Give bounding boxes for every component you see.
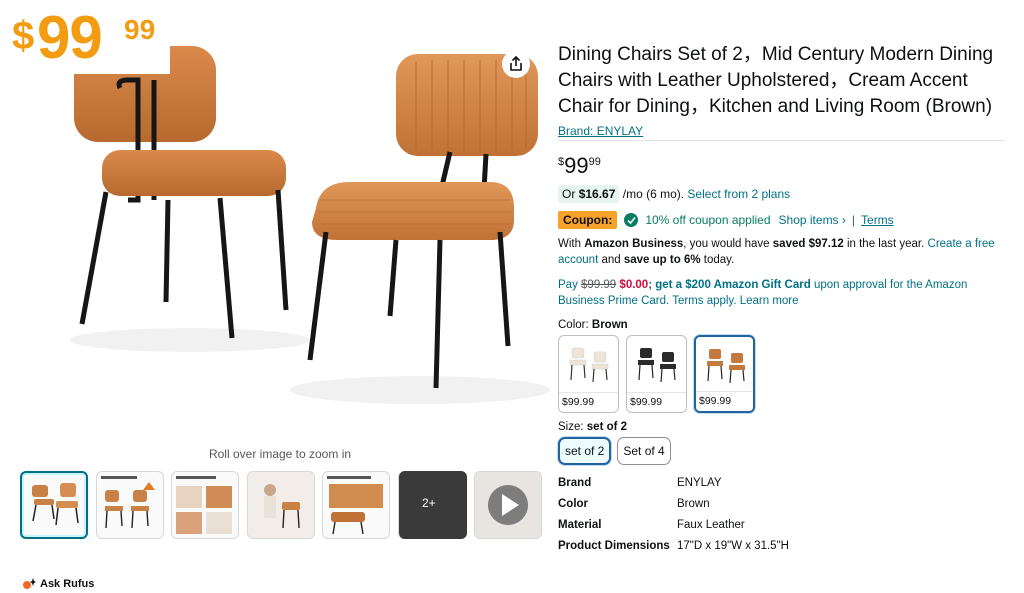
- monthly-suffix: /mo (6 mo).: [622, 187, 685, 201]
- spec-value: Brown: [677, 498, 710, 510]
- thumbnail-product-photo[interactable]: [20, 471, 88, 539]
- coupon-text: 10% off coupon applied: [645, 213, 771, 227]
- biz-save-up: save up to 6%: [623, 254, 701, 266]
- business-offer: With Amazon Business, you would have sav…: [558, 236, 1008, 268]
- spec-key: Product Dimensions: [558, 540, 670, 552]
- size-label-text: Size:: [558, 421, 584, 433]
- divider: [558, 140, 1005, 141]
- price-overlay-currency: $: [12, 14, 35, 58]
- color-swatches: $99.99 $99.99 $99.99: [558, 335, 1008, 413]
- product-title: Dining Chairs Set of 2，Mid Century Moder…: [558, 44, 994, 117]
- spec-value: 17"D x 19"W x 31.5"H: [677, 540, 789, 552]
- thumbnail-video[interactable]: [474, 471, 542, 539]
- share-icon: [510, 56, 522, 71]
- monthly-pill: Or $16.67: [558, 185, 620, 203]
- color-swatch-brown[interactable]: $99.99: [694, 335, 755, 413]
- biz-saved: saved $97.12: [772, 238, 844, 250]
- coupon-terms-link[interactable]: Terms: [861, 213, 894, 227]
- color-selected: Brown: [591, 319, 628, 331]
- size-option-set-of-4[interactable]: Set of 4: [617, 437, 671, 465]
- coupon-badge: Coupon:: [558, 211, 618, 229]
- select-plans-link[interactable]: Select from 2 plans: [687, 187, 790, 201]
- main-product-image[interactable]: [20, 40, 550, 440]
- product-details: Dining Chairs Set of 2，Mid Century Moder…: [558, 42, 1008, 561]
- shop-items-link[interactable]: Shop items ›: [779, 213, 846, 227]
- biz-name: Amazon Business: [584, 238, 684, 250]
- price-overlay-whole: 99: [37, 4, 103, 71]
- gift-new-price: $0.00: [619, 279, 649, 291]
- check-icon: [624, 213, 639, 227]
- spec-key: Color: [558, 498, 589, 510]
- spec-value: Faux Leather: [677, 519, 745, 531]
- more-photos-count: 2+: [422, 496, 436, 510]
- size-options: set of 2 Set of 4: [558, 437, 1008, 465]
- gift-old-price: $99.99: [581, 279, 617, 291]
- swatch-price: $99.99: [696, 391, 753, 411]
- spec-row: Product Dimensions 17"D x 19"W x 31.5"H: [558, 540, 789, 561]
- ask-rufus-button[interactable]: Ask Rufus: [22, 578, 94, 590]
- rufus-sparkle-icon: [23, 578, 36, 589]
- thumbnail-lifestyle-photo[interactable]: [247, 471, 315, 539]
- biz-t5: today.: [703, 254, 735, 266]
- biz-t2: , you would have: [683, 238, 770, 250]
- monthly-amount: $16.67: [578, 187, 616, 201]
- thumbnail-product-features[interactable]: [171, 471, 239, 539]
- color-swatch-black[interactable]: $99.99: [626, 335, 687, 413]
- thumbnail-product-details[interactable]: [322, 471, 390, 539]
- product-specs: Brand ENYLAY Color Brown Material Faux L…: [558, 477, 789, 561]
- color-label-text: Color:: [558, 319, 589, 331]
- biz-t4: and: [601, 254, 621, 266]
- spec-row: Material Faux Leather: [558, 519, 789, 540]
- price-fraction: 99: [588, 156, 601, 168]
- spec-row: Brand ENYLAY: [558, 477, 789, 498]
- biz-t1: With: [558, 238, 581, 250]
- size-selected: set of 2: [586, 421, 628, 433]
- swatch-image: [569, 347, 609, 383]
- coupon-row: Coupon: 10% off coupon applied Shop item…: [558, 211, 1008, 229]
- price-overlay-fraction: 99: [124, 14, 156, 45]
- gift-t2: ; get a $200 Amazon Gift Card: [648, 279, 811, 291]
- brand-link[interactable]: Brand: ENYLAY: [558, 124, 1008, 138]
- monthly-prefix: Or: [562, 187, 576, 201]
- spec-row: Color Brown: [558, 498, 789, 519]
- spec-value: ENYLAY: [677, 477, 722, 489]
- price-overlay: $ 99 99: [0, 0, 170, 74]
- size-label: Size: set of 2: [558, 421, 1008, 433]
- share-button[interactable]: [502, 50, 530, 78]
- gift-t1: Pay: [558, 279, 578, 291]
- swatch-price: $99.99: [559, 392, 618, 412]
- swatch-image: [638, 348, 676, 383]
- zoom-hint: Roll over image to zoom in: [208, 447, 352, 461]
- thumbnail-product-dimensions[interactable]: [96, 471, 164, 539]
- price-currency: $: [558, 156, 565, 168]
- spec-key: Material: [558, 519, 602, 531]
- swatch-image: [707, 349, 745, 384]
- coupon-separator: |: [851, 213, 856, 227]
- price: $9999: [558, 153, 1008, 181]
- gift-card-offer[interactable]: Pay $99.99 $0.00; get a $200 Amazon Gift…: [558, 277, 1008, 309]
- biz-t3: in the last year.: [846, 238, 925, 250]
- spec-key: Brand: [558, 477, 592, 489]
- swatch-price: $99.99: [627, 392, 686, 412]
- color-swatch-cream[interactable]: $99.99: [558, 335, 619, 413]
- thumbnail-more-photos[interactable]: 2+: [399, 471, 467, 539]
- color-label: Color: Brown: [558, 319, 1008, 331]
- ask-rufus-label: Ask Rufus: [40, 578, 95, 590]
- size-option-set-of-2[interactable]: set of 2: [558, 437, 612, 465]
- monthly-payment: Or $16.67 /mo (6 mo). Select from 2 plan…: [558, 185, 1008, 203]
- price-whole: 99: [564, 153, 589, 178]
